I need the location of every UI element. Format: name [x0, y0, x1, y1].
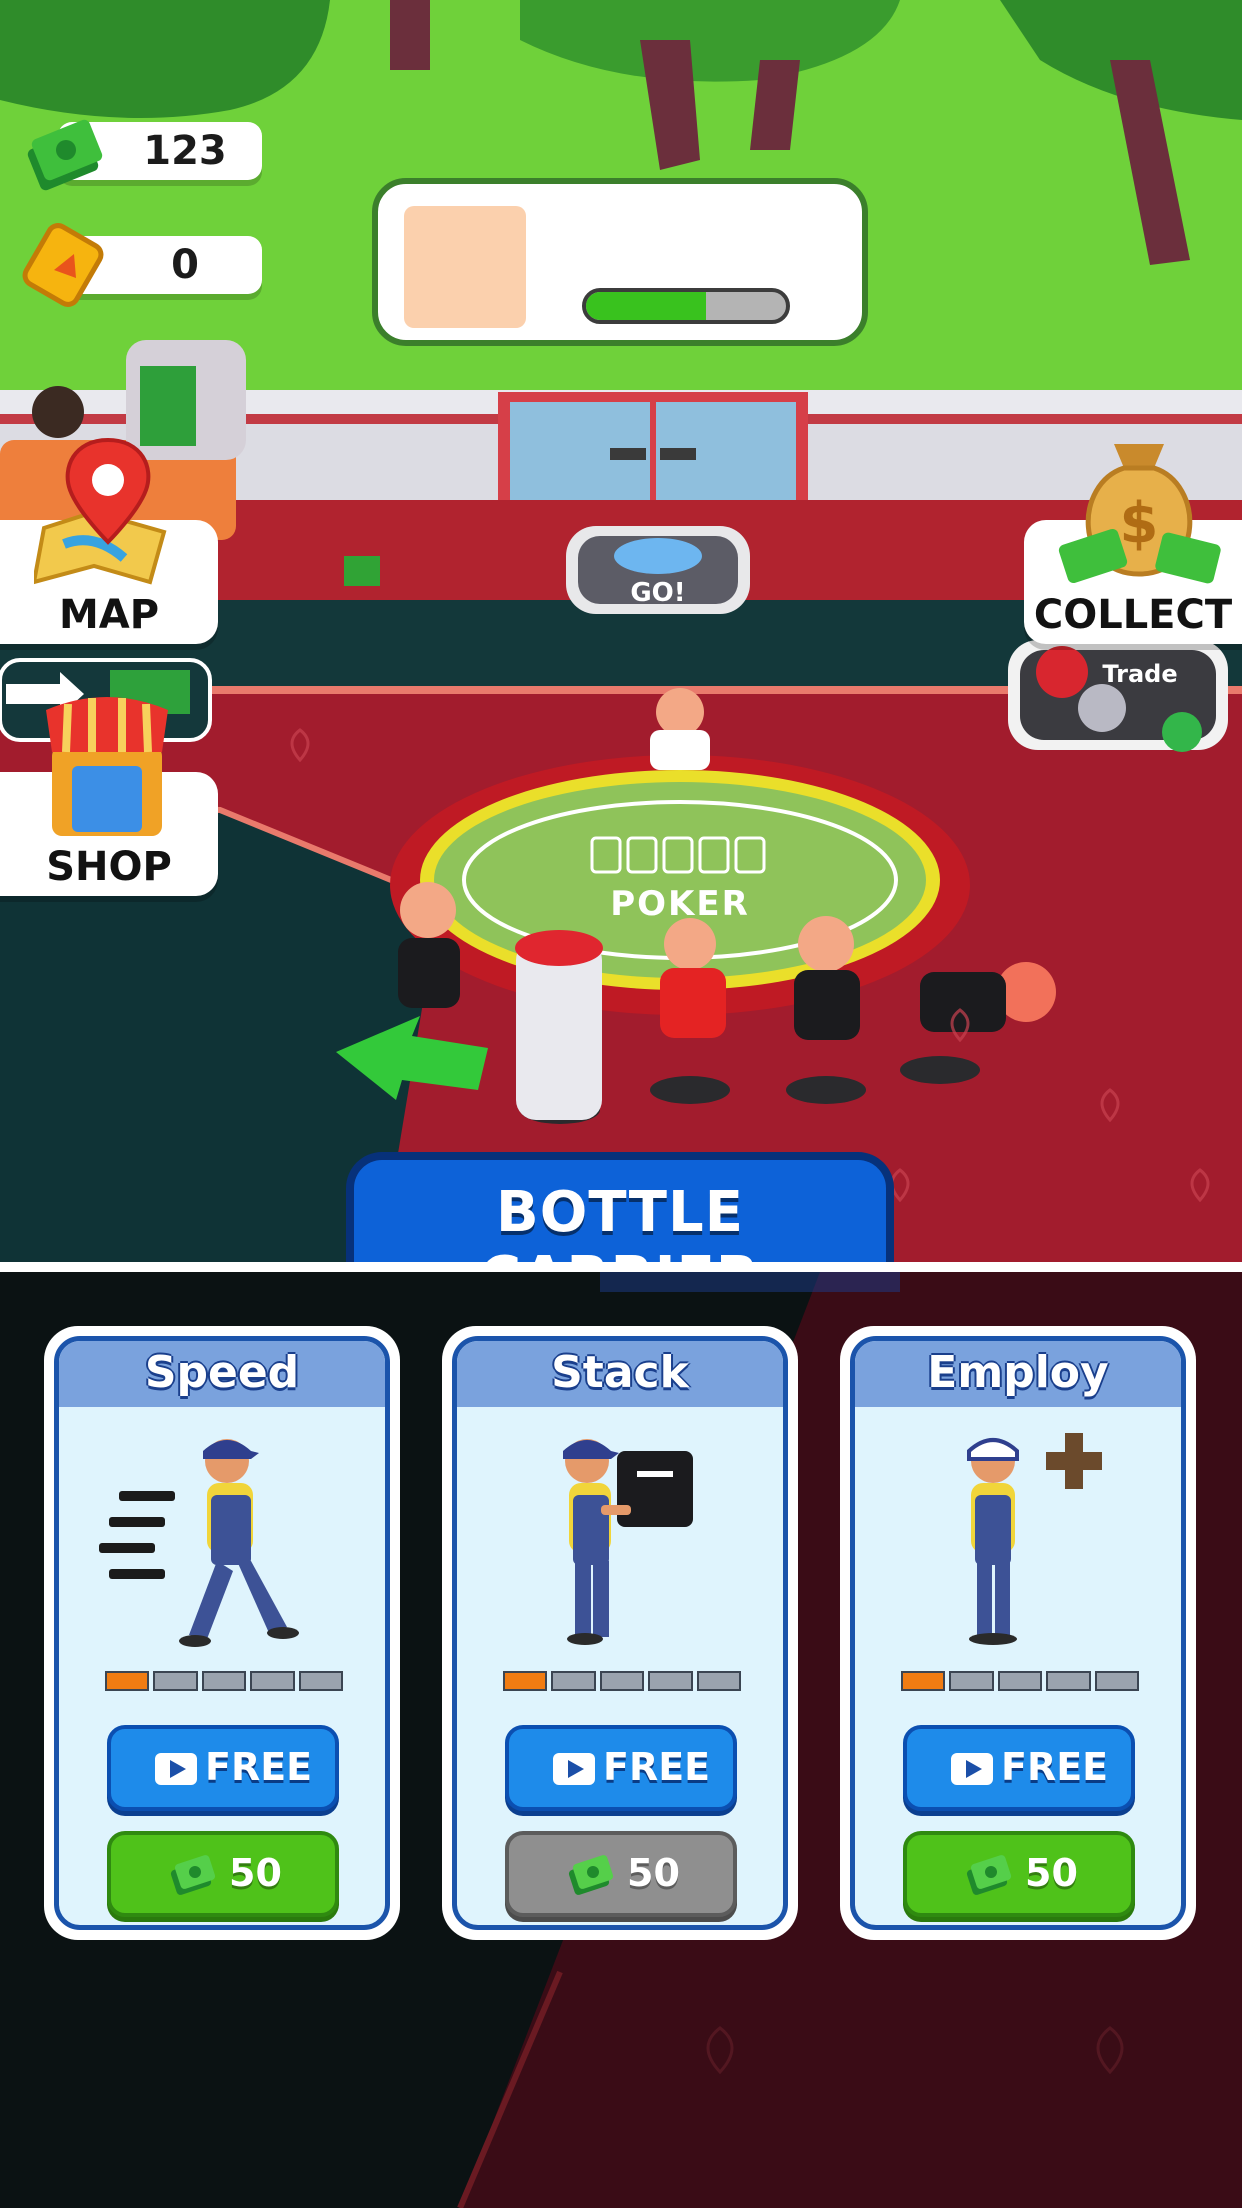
ticket-icon — [22, 223, 104, 307]
free-label: FREE — [603, 1745, 711, 1789]
item-preview — [404, 206, 526, 328]
cash-icon — [568, 1855, 614, 1895]
running-worker-icon — [99, 1439, 299, 1647]
level-segment-empty — [648, 1671, 693, 1691]
upgrade-title: Stack — [551, 1347, 689, 1398]
panel-divider — [0, 1262, 1242, 1272]
shop-label: SHOP — [46, 844, 172, 890]
progress-fill — [586, 292, 706, 320]
upgrade-card-stack: Stack FREE 50 — [442, 1326, 798, 1940]
level-segment-empty — [551, 1671, 596, 1691]
cost-label: 50 — [627, 1851, 680, 1895]
go-pad-label: GO! — [630, 578, 686, 608]
buy-upgrade-button[interactable]: 50 — [107, 1831, 339, 1917]
cost-label: 50 — [229, 1851, 282, 1895]
map-label: MAP — [58, 592, 160, 638]
cash-icon — [170, 1855, 216, 1895]
play-video-icon — [553, 1753, 595, 1785]
cost-label: 50 — [1025, 1851, 1078, 1895]
level-segment-empty — [298, 1671, 344, 1691]
free-label: FREE — [1001, 1745, 1109, 1789]
free-upgrade-button[interactable]: FREE — [107, 1725, 339, 1811]
role-title: BOTTLE CARRIER — [480, 1180, 759, 1262]
level-segment-empty — [153, 1671, 198, 1691]
level-meter — [503, 1671, 742, 1691]
trade-pad-label: Trade — [1102, 660, 1178, 688]
upgrade-title: Employ — [927, 1347, 1109, 1398]
collect-label: COLLECT — [1033, 592, 1233, 638]
upgrade-card-employ: Employ FREE 50 — [840, 1326, 1196, 1940]
buy-upgrade-button[interactable]: 50 — [505, 1831, 737, 1917]
worker-carrying-box-icon — [563, 1439, 693, 1645]
level-segment-filled — [503, 1671, 548, 1691]
level-segment-empty — [599, 1671, 645, 1691]
game-scene[interactable]: GO! Trade POKER 123 0 MAP SHOP COLLECT $… — [0, 0, 1242, 1262]
level-meter — [105, 1671, 344, 1691]
free-label: FREE — [205, 1745, 313, 1789]
shop-awning-icon — [46, 697, 168, 836]
level-segment-empty — [997, 1671, 1043, 1691]
map-pin-icon — [34, 437, 167, 585]
upgrade-title: Speed — [144, 1347, 300, 1398]
progress-bar — [582, 288, 790, 324]
buy-upgrade-button[interactable]: 50 — [903, 1831, 1135, 1917]
level-segment-empty — [1094, 1671, 1140, 1691]
cash-value: 123 — [143, 128, 227, 174]
play-video-icon — [155, 1753, 197, 1785]
level-segment-empty — [250, 1671, 295, 1691]
ticket-value: 0 — [171, 242, 199, 288]
role-title-banner: BOTTLE CARRIER — [346, 1152, 894, 1262]
cash-stack-icon — [27, 119, 103, 191]
worker-plus-icon — [967, 1433, 1102, 1645]
poker-table-label: POKER — [610, 884, 750, 924]
level-segment-empty — [696, 1671, 742, 1691]
cash-icon — [966, 1855, 1012, 1895]
level-meter — [901, 1671, 1140, 1691]
money-bag-icon: $ — [1058, 444, 1221, 584]
free-upgrade-button[interactable]: FREE — [505, 1725, 737, 1811]
level-segment-filled — [105, 1671, 150, 1691]
level-segment-filled — [901, 1671, 946, 1691]
free-upgrade-button[interactable]: FREE — [903, 1725, 1135, 1811]
build-progress-panel — [372, 178, 868, 346]
play-video-icon — [951, 1753, 993, 1785]
level-segment-empty — [949, 1671, 994, 1691]
level-segment-empty — [201, 1671, 247, 1691]
svg-text:$: $ — [1120, 491, 1159, 556]
upgrade-card-speed: Speed FREE 50 — [44, 1326, 400, 1940]
level-segment-empty — [1046, 1671, 1091, 1691]
